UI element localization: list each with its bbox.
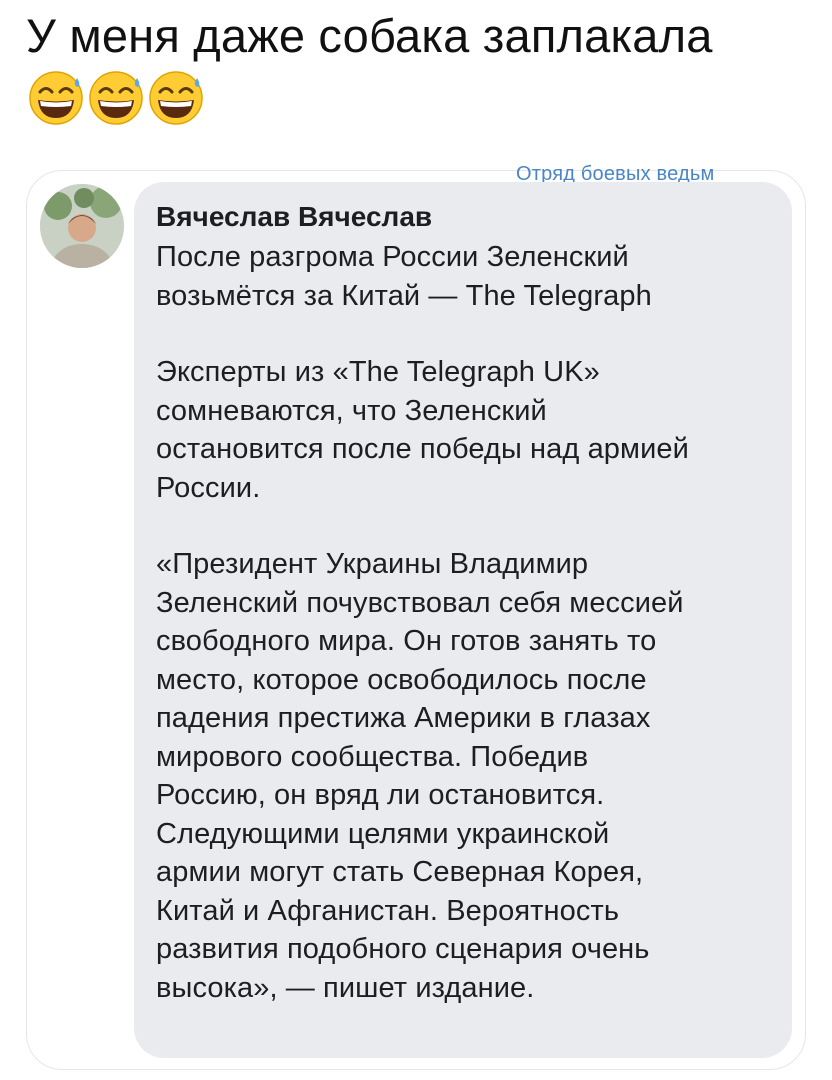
- grinning-sweat-face-icon: [89, 71, 143, 125]
- grinning-sweat-face-icon: [149, 71, 203, 125]
- grinning-sweat-face-icon: [29, 71, 83, 125]
- comment-author[interactable]: Вячеслав Вячеслав: [156, 200, 770, 234]
- comment-paragraph: После разгрома России Зеленский возьмётс…: [156, 241, 652, 312]
- comment-bubble: Вячеслав Вячеслав После разгрома России …: [134, 182, 792, 1058]
- user-photo-icon: [40, 184, 124, 268]
- comment-paragraph: Эксперты из «The Telegraph UK» сомневают…: [156, 356, 689, 504]
- comment-paragraph: «Президент Украины Владимир Зеленский по…: [156, 548, 684, 1004]
- post-caption: У меня даже собака заплакала: [26, 9, 713, 62]
- emoji-row: [28, 70, 204, 126]
- avatar[interactable]: [40, 184, 124, 268]
- comment-text: После разгрома России Зеленский возьмётс…: [156, 238, 770, 1007]
- post: У меня даже собака заплакала Отряд боевы…: [0, 0, 832, 1080]
